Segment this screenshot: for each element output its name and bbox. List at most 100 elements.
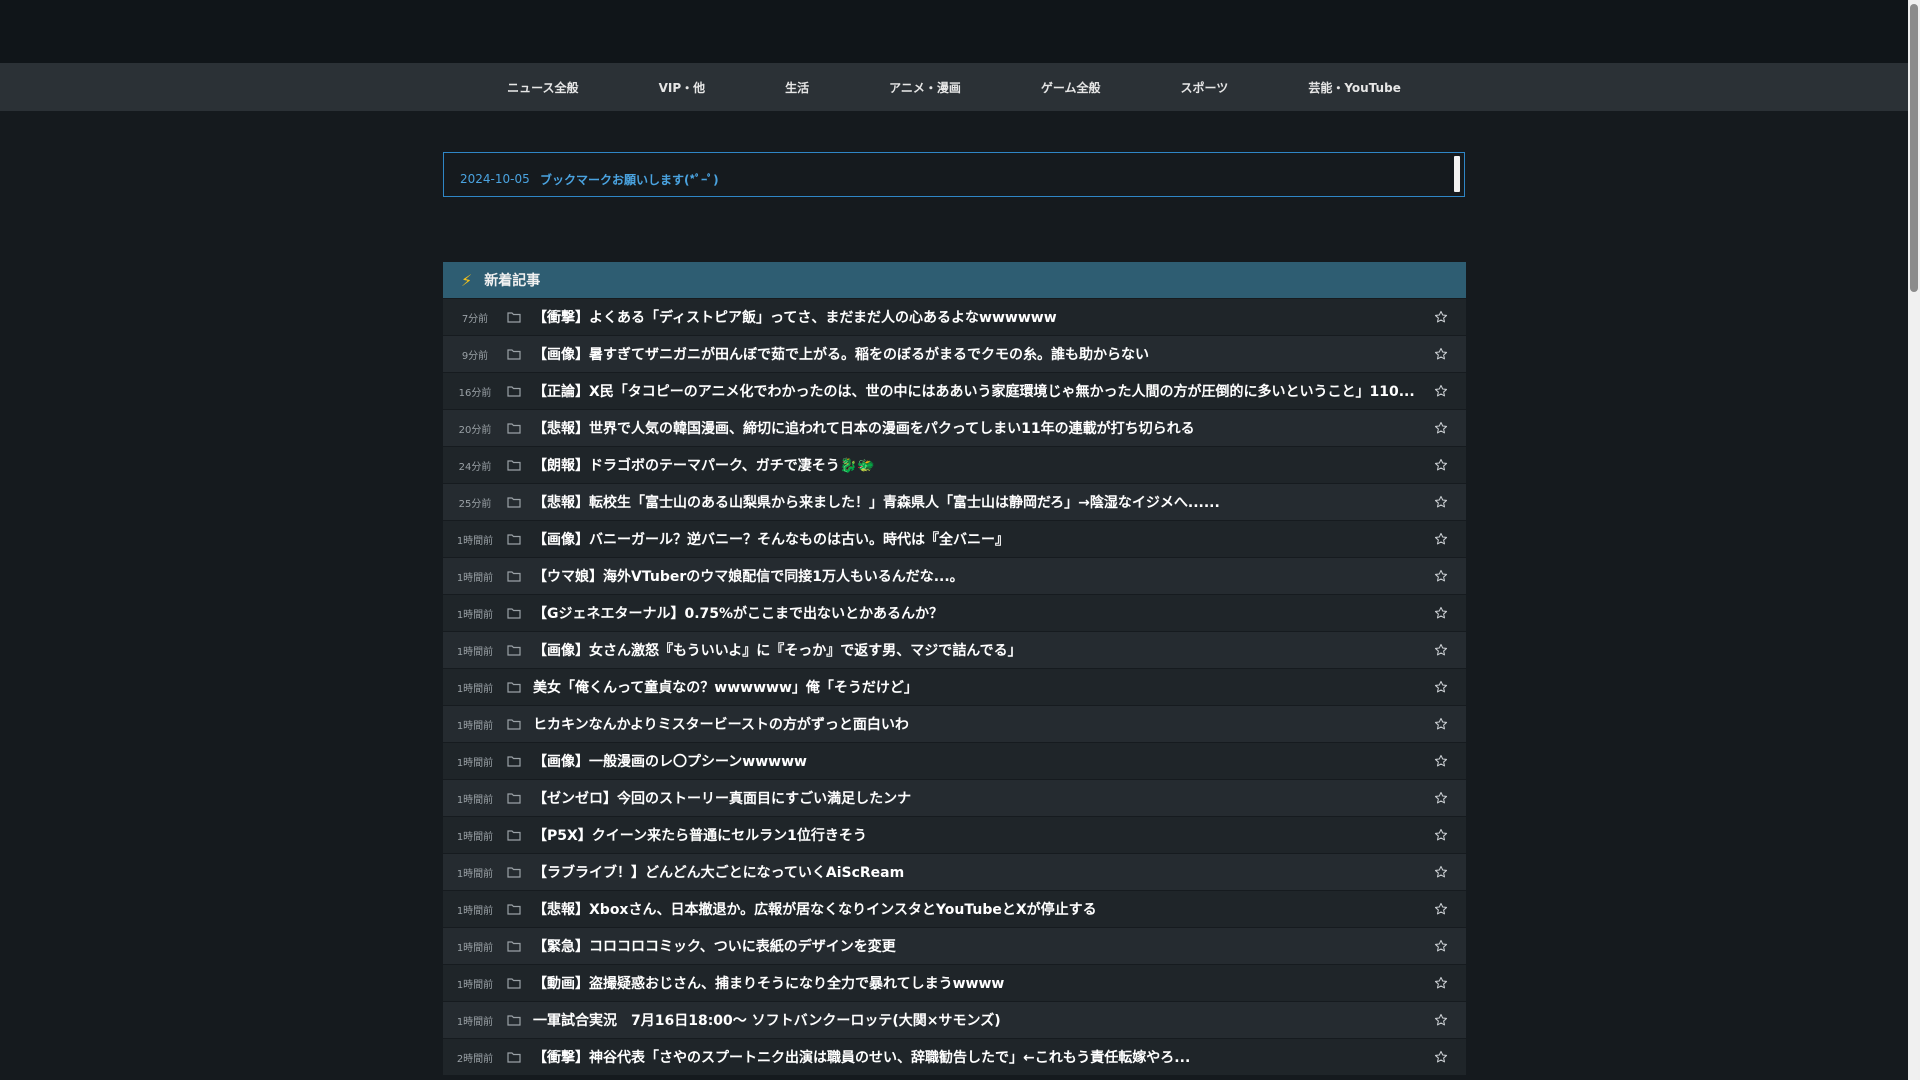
nav-item-6[interactable]: 芸能・YouTube [1268, 79, 1441, 96]
article-title-link[interactable]: 一軍試合実況 7月16日18:00〜 ソフトバンクーロッテ(大関×サモンズ) [529, 1010, 1416, 1030]
article-row[interactable]: 16分前 【正論】X民「タコピーのアニメ化でわかったのは、世の中にはああいう家庭環… [443, 372, 1466, 409]
article-row[interactable]: 1時間前 ヒカキンなんかよりミスタービーストの方がずっと面白いわ [443, 705, 1466, 742]
nav-item-3[interactable]: アニメ・漫画 [849, 79, 1001, 96]
article-row[interactable]: 1時間前 【画像】一般漫画のレ〇プシーンwwwww [443, 742, 1466, 779]
article-time: 1時間前 [456, 831, 494, 843]
nav-item-2[interactable]: 生活 [745, 79, 849, 96]
article-time: 1時間前 [456, 942, 494, 954]
folder-icon [507, 940, 529, 952]
article-row[interactable]: 2時間前 【衝撃】神谷代表「さやのスプートニク出演は職員のせい、辞職勧告したで」←… [443, 1038, 1466, 1075]
folder-icon [507, 866, 529, 878]
article-row[interactable]: 1時間前 【P5X】クイーン来たら普通にセルラン1位行きそう [443, 816, 1466, 853]
article-title-link[interactable]: ヒカキンなんかよりミスタービーストの方がずっと面白いわ [529, 714, 1416, 734]
article-row[interactable]: 1時間前 美女「俺くんって童貞なの？wwwwww」俺「そうだけど」 [443, 668, 1466, 705]
star-icon[interactable] [1416, 902, 1466, 916]
category-nav: ニュース全般 VIP・他 生活 アニメ・漫画 ゲーム全般 スポーツ 芸能・YouTube [0, 63, 1908, 111]
star-icon[interactable] [1416, 717, 1466, 731]
article-row[interactable]: 1時間前 【ラブライブ！】どんどん大ごとになっていくAiScReam [443, 853, 1466, 890]
star-icon[interactable] [1416, 976, 1466, 990]
article-title-link[interactable]: 【P5X】クイーン来たら普通にセルラン1位行きそう [529, 825, 1416, 845]
star-icon[interactable] [1416, 458, 1466, 472]
article-title-link[interactable]: 【緊急】コロコロコミック、ついに表紙のデザインを変更 [529, 936, 1416, 956]
article-title-link[interactable]: 【動画】盗撮疑惑おじさん、捕まりそうになり全力で暴れてしまうwwww [529, 973, 1416, 993]
article-title-link[interactable]: 【画像】女さん激怒『もういいよ』に『そっか』で返す男、マジで詰んでる」 [529, 640, 1416, 660]
nav-item-1[interactable]: VIP・他 [619, 79, 746, 96]
article-title-link[interactable]: 【ゼンゼロ】今回のストーリー真面目にすごい満足したンナ [529, 788, 1416, 808]
panel-title: 新着記事 [484, 273, 541, 289]
panel-header: ⚡ 新着記事 [443, 262, 1466, 298]
article-row[interactable]: 1時間前 【動画】盗撮疑惑おじさん、捕まりそうになり全力で暴れてしまうwwww [443, 964, 1466, 1001]
article-time: 1時間前 [456, 757, 494, 769]
article-time: 1時間前 [456, 905, 494, 917]
folder-icon [507, 977, 529, 989]
new-articles-panel: ⚡ 新着記事 7分前 【衝撃】よくある「ディストピア飯」ってさ、まだまだ人の心ある… [443, 262, 1466, 1075]
nav-item-4[interactable]: ゲーム全般 [1001, 79, 1141, 96]
article-row[interactable]: 1時間前 一軍試合実況 7月16日18:00〜 ソフトバンクーロッテ(大関×サモン… [443, 1001, 1466, 1038]
article-row[interactable]: 25分前 【悲報】転校生「富士山のある山梨県から来ました！」青森県人「富士山は静岡… [443, 483, 1466, 520]
folder-icon [507, 385, 529, 397]
article-title-link[interactable]: 【衝撃】よくある「ディストピア飯」ってさ、まだまだ人の心あるよなwwwwww [529, 307, 1416, 327]
article-time: 1時間前 [456, 868, 494, 880]
article-title-link[interactable]: 【ウマ娘】海外VTuberのウマ娘配信で同接1万人もいるんだな...。 [529, 566, 1416, 586]
article-time: 1時間前 [456, 572, 494, 584]
article-title-link[interactable]: 【正論】X民「タコピーのアニメ化でわかったのは、世の中にはああいう家庭環境じゃ無… [529, 381, 1416, 401]
article-row[interactable]: 1時間前 【緊急】コロコロコミック、ついに表紙のデザインを変更 [443, 927, 1466, 964]
article-time: 1時間前 [456, 979, 494, 991]
star-icon[interactable] [1416, 384, 1466, 398]
article-time: 7分前 [461, 313, 489, 325]
article-title-link[interactable]: 【悲報】転校生「富士山のある山梨県から来ました！」青森県人「富士山は静岡だろ」→… [529, 492, 1416, 512]
star-icon[interactable] [1416, 606, 1466, 620]
star-icon[interactable] [1416, 939, 1466, 953]
article-title-link[interactable]: 【衝撃】神谷代表「さやのスプートニク出演は職員のせい、辞職勧告したで」←これもう… [529, 1047, 1416, 1067]
article-title-link[interactable]: 美女「俺くんって童貞なの？wwwwww」俺「そうだけど」 [529, 677, 1416, 697]
star-icon[interactable] [1416, 569, 1466, 583]
page-scrollbar-thumb[interactable] [1910, 4, 1918, 292]
announcement-ticker: 2024-10-05 ブックマークお願いします(*ﾟｰﾟ) [443, 152, 1465, 197]
nav-item-0[interactable]: ニュース全般 [467, 79, 618, 96]
star-icon[interactable] [1416, 347, 1466, 361]
article-row[interactable]: 7分前 【衝撃】よくある「ディストピア飯」ってさ、まだまだ人の心あるよなwwwww… [443, 298, 1466, 335]
article-row[interactable]: 24分前 【朗報】ドラゴボのテーマパーク、ガチで凄そう🐉🐲 [443, 446, 1466, 483]
article-row[interactable]: 1時間前 【ウマ娘】海外VTuberのウマ娘配信で同接1万人もいるんだな...。 [443, 557, 1466, 594]
article-row[interactable]: 1時間前 【悲報】Xboxさん、日本撤退か。広報が居なくなりインスタとYouTub… [443, 890, 1466, 927]
star-icon[interactable] [1416, 495, 1466, 509]
article-title-link[interactable]: 【画像】バニーガール？逆バニー？そんなものは古い。時代は『全バニー』 [529, 529, 1416, 549]
star-icon[interactable] [1416, 532, 1466, 546]
article-time: 1時間前 [456, 609, 494, 621]
star-icon[interactable] [1416, 421, 1466, 435]
article-time: 1時間前 [456, 720, 494, 732]
article-row[interactable]: 9分前 【画像】暑すぎてザニガニが田んぼで茹で上がる。稲をのぼるがまるでクモの糸。… [443, 335, 1466, 372]
star-icon[interactable] [1416, 865, 1466, 879]
article-row[interactable]: 1時間前 【画像】女さん激怒『もういいよ』に『そっか』で返す男、マジで詰んでる」 [443, 631, 1466, 668]
ticker-item[interactable]: 2024-10-05 ブックマークお願いします(*ﾟｰﾟ) [460, 168, 1450, 190]
page-scrollbar[interactable] [1908, 0, 1920, 1080]
ticker-scrollbar[interactable] [1454, 156, 1460, 192]
article-row[interactable]: 1時間前 【Gジェネエターナル】0.75%がここまで出ないとかあるんか？ [443, 594, 1466, 631]
folder-icon [507, 570, 529, 582]
ticker-link[interactable]: ブックマークお願いします(*ﾟｰﾟ) [540, 171, 719, 188]
article-title-link[interactable]: 【ラブライブ！】どんどん大ごとになっていくAiScReam [529, 862, 1416, 882]
article-title-link[interactable]: 【悲報】Xboxさん、日本撤退か。広報が居なくなりインスタとYouTubeとXが… [529, 899, 1416, 919]
folder-icon [507, 496, 529, 508]
article-title-link[interactable]: 【朗報】ドラゴボのテーマパーク、ガチで凄そう🐉🐲 [529, 455, 1416, 475]
folder-icon [507, 681, 529, 693]
star-icon[interactable] [1416, 791, 1466, 805]
star-icon[interactable] [1416, 1013, 1466, 1027]
article-title-link[interactable]: 【画像】一般漫画のレ〇プシーンwwwww [529, 751, 1416, 771]
article-title-link[interactable]: 【Gジェネエターナル】0.75%がここまで出ないとかあるんか？ [529, 603, 1416, 623]
article-list: 7分前 【衝撃】よくある「ディストピア飯」ってさ、まだまだ人の心あるよなwwwww… [443, 298, 1466, 1075]
article-row[interactable]: 1時間前 【画像】バニーガール？逆バニー？そんなものは古い。時代は『全バニー』 [443, 520, 1466, 557]
article-time: 1時間前 [456, 683, 494, 695]
star-icon[interactable] [1416, 643, 1466, 657]
star-icon[interactable] [1416, 828, 1466, 842]
nav-item-5[interactable]: スポーツ [1141, 79, 1269, 96]
article-row[interactable]: 20分前 【悲報】世界で人気の韓国漫画、締切に追われて日本の漫画をパクってしまい1… [443, 409, 1466, 446]
article-title-link[interactable]: 【悲報】世界で人気の韓国漫画、締切に追われて日本の漫画をパクってしまい11年の連… [529, 418, 1416, 438]
folder-icon [507, 348, 529, 360]
star-icon[interactable] [1416, 754, 1466, 768]
star-icon[interactable] [1416, 310, 1466, 324]
article-title-link[interactable]: 【画像】暑すぎてザニガニが田んぼで茹で上がる。稲をのぼるがまるでクモの糸。誰も助… [529, 344, 1416, 364]
star-icon[interactable] [1416, 680, 1466, 694]
article-row[interactable]: 1時間前 【ゼンゼロ】今回のストーリー真面目にすごい満足したンナ [443, 779, 1466, 816]
star-icon[interactable] [1416, 1050, 1466, 1064]
